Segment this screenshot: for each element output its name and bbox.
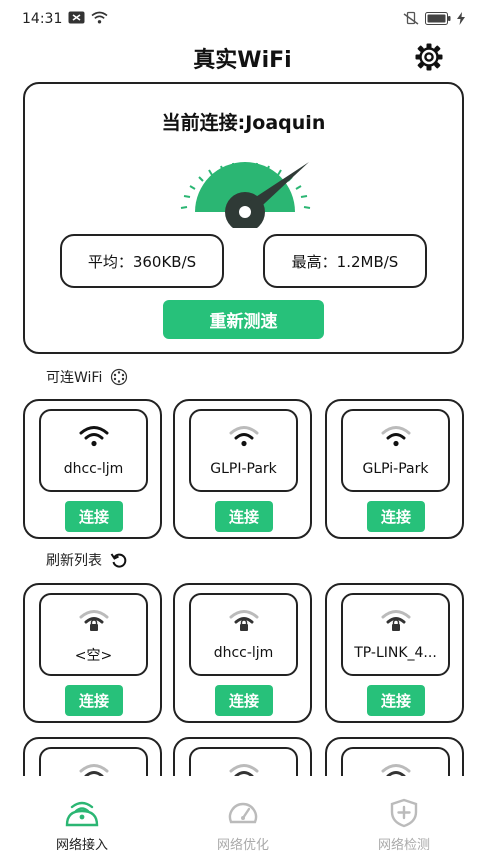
wifi-card: <空> 连接 [23,583,162,723]
connect-button[interactable]: 连接 [215,501,273,532]
bottom-nav: 网络接入 网络优化 网络检测 [0,776,485,862]
wifi-signal-icon [381,426,411,447]
wifi-name: dhcc-ljm [63,461,124,477]
speedometer-icon [228,802,258,824]
average-speed-box: 平均：360KB/S [60,234,224,288]
settings-button[interactable] [412,40,446,74]
refresh-icon[interactable] [110,551,128,569]
nav-item-network-access[interactable]: 网络接入 [32,798,132,853]
speedometer-gauge [180,162,311,228]
status-bar: 14:31 [0,0,485,40]
wifi-info-box: dhcc-ljm [39,409,148,492]
nav-item-network-optimize[interactable]: 网络优化 [193,798,293,853]
connect-button[interactable]: 连接 [65,501,123,532]
wifi-card: dhcc-ljm 连接 [23,399,162,539]
wifi-status-icon [91,11,108,24]
connect-button[interactable]: 连接 [367,685,425,716]
wifi-locked-icon [79,610,109,631]
network-access-icon [65,801,99,827]
wifi-card: GLPI-Park 连接 [173,399,312,539]
connect-button[interactable]: 连接 [367,501,425,532]
wifi-name: <空> [74,648,113,664]
nav-item-network-detect[interactable]: 网络检测 [354,798,454,853]
available-wifi-header: 可连WiFi [46,367,128,387]
wifi-name: GLPI-Park [210,461,277,477]
nav-label: 网络优化 [216,838,269,853]
wifi-info-box: GLPI-Park [189,409,298,492]
max-speed-value: 最高：1.2MB/S [291,252,399,271]
max-speed-box: 最高：1.2MB/S [263,234,427,288]
charging-icon [457,11,465,25]
wifi-card: GLPi-Park 连接 [325,399,464,539]
connect-button[interactable]: 连接 [65,685,123,716]
wifi-card: TP-LINK_4... 连接 [325,583,464,723]
wifi-info-box: <空> [39,593,148,676]
wifi-signal-icon [229,426,259,447]
wifi-card: dhcc-ljm 连接 [173,583,312,723]
wifi-signal-icon [79,426,109,447]
vibrate-mute-icon [403,11,419,25]
average-speed-value: 平均：360KB/S [87,252,197,271]
shield-plus-icon [390,798,418,828]
wifi-info-box: GLPi-Park [341,409,450,492]
refresh-list-label: 刷新列表 [46,553,102,569]
refresh-list-header[interactable]: 刷新列表 [46,550,128,570]
retest-speed-button[interactable]: 重新测速 [163,300,324,339]
wifi-name: dhcc-ljm [213,645,274,661]
gear-icon [415,43,443,71]
nav-label: 网络接入 [55,838,108,853]
wifi-info-box: dhcc-ljm [189,593,298,676]
wifi-name: TP-LINK_4... [354,645,437,661]
wifi-info-box: TP-LINK_4... [341,593,450,676]
nav-label: 网络检测 [377,838,430,853]
current-connection-title: 当前连接:Joaquin [161,112,326,134]
wifi-locked-icon [229,610,259,631]
wifi-locked-icon [381,610,411,631]
loading-icon [111,368,128,386]
connect-button[interactable]: 连接 [215,685,273,716]
notification-icon [68,11,85,24]
status-time: 14:31 [22,11,63,27]
available-wifi-label: 可连WiFi [46,370,103,386]
battery-icon [425,11,451,25]
wifi-name: GLPi-Park [362,461,429,477]
